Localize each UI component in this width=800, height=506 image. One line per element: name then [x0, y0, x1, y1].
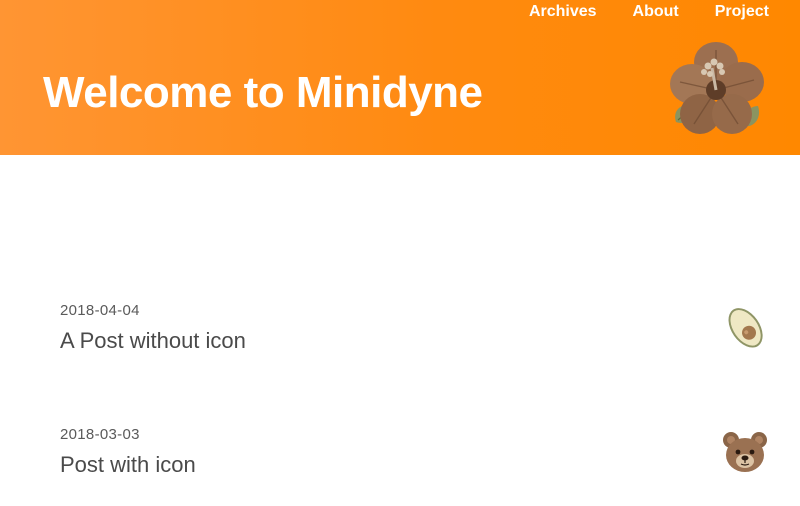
- top-nav: Archives About Project: [529, 3, 769, 21]
- post-list-item[interactable]: 2018-03-03 Post with icon: [0, 426, 800, 506]
- site-title: Welcome to Minidyne: [43, 68, 483, 117]
- nav-link-archives[interactable]: Archives: [529, 3, 597, 21]
- nav-link-about[interactable]: About: [633, 3, 679, 21]
- post-title-link[interactable]: Post with icon: [60, 452, 196, 478]
- post-date: 2018-03-03: [60, 426, 140, 443]
- avocado-icon: [728, 308, 763, 348]
- hibiscus-flower-icon: [670, 42, 764, 134]
- post-date: 2018-04-04: [60, 302, 140, 319]
- post-list-item[interactable]: 2018-04-04 A Post without icon: [0, 302, 800, 382]
- post-title-link[interactable]: A Post without icon: [60, 328, 246, 354]
- bear-face-icon: [723, 432, 767, 472]
- nav-link-project[interactable]: Project: [715, 3, 769, 21]
- site-header: Archives About Project Welcome to Minidy…: [0, 0, 800, 155]
